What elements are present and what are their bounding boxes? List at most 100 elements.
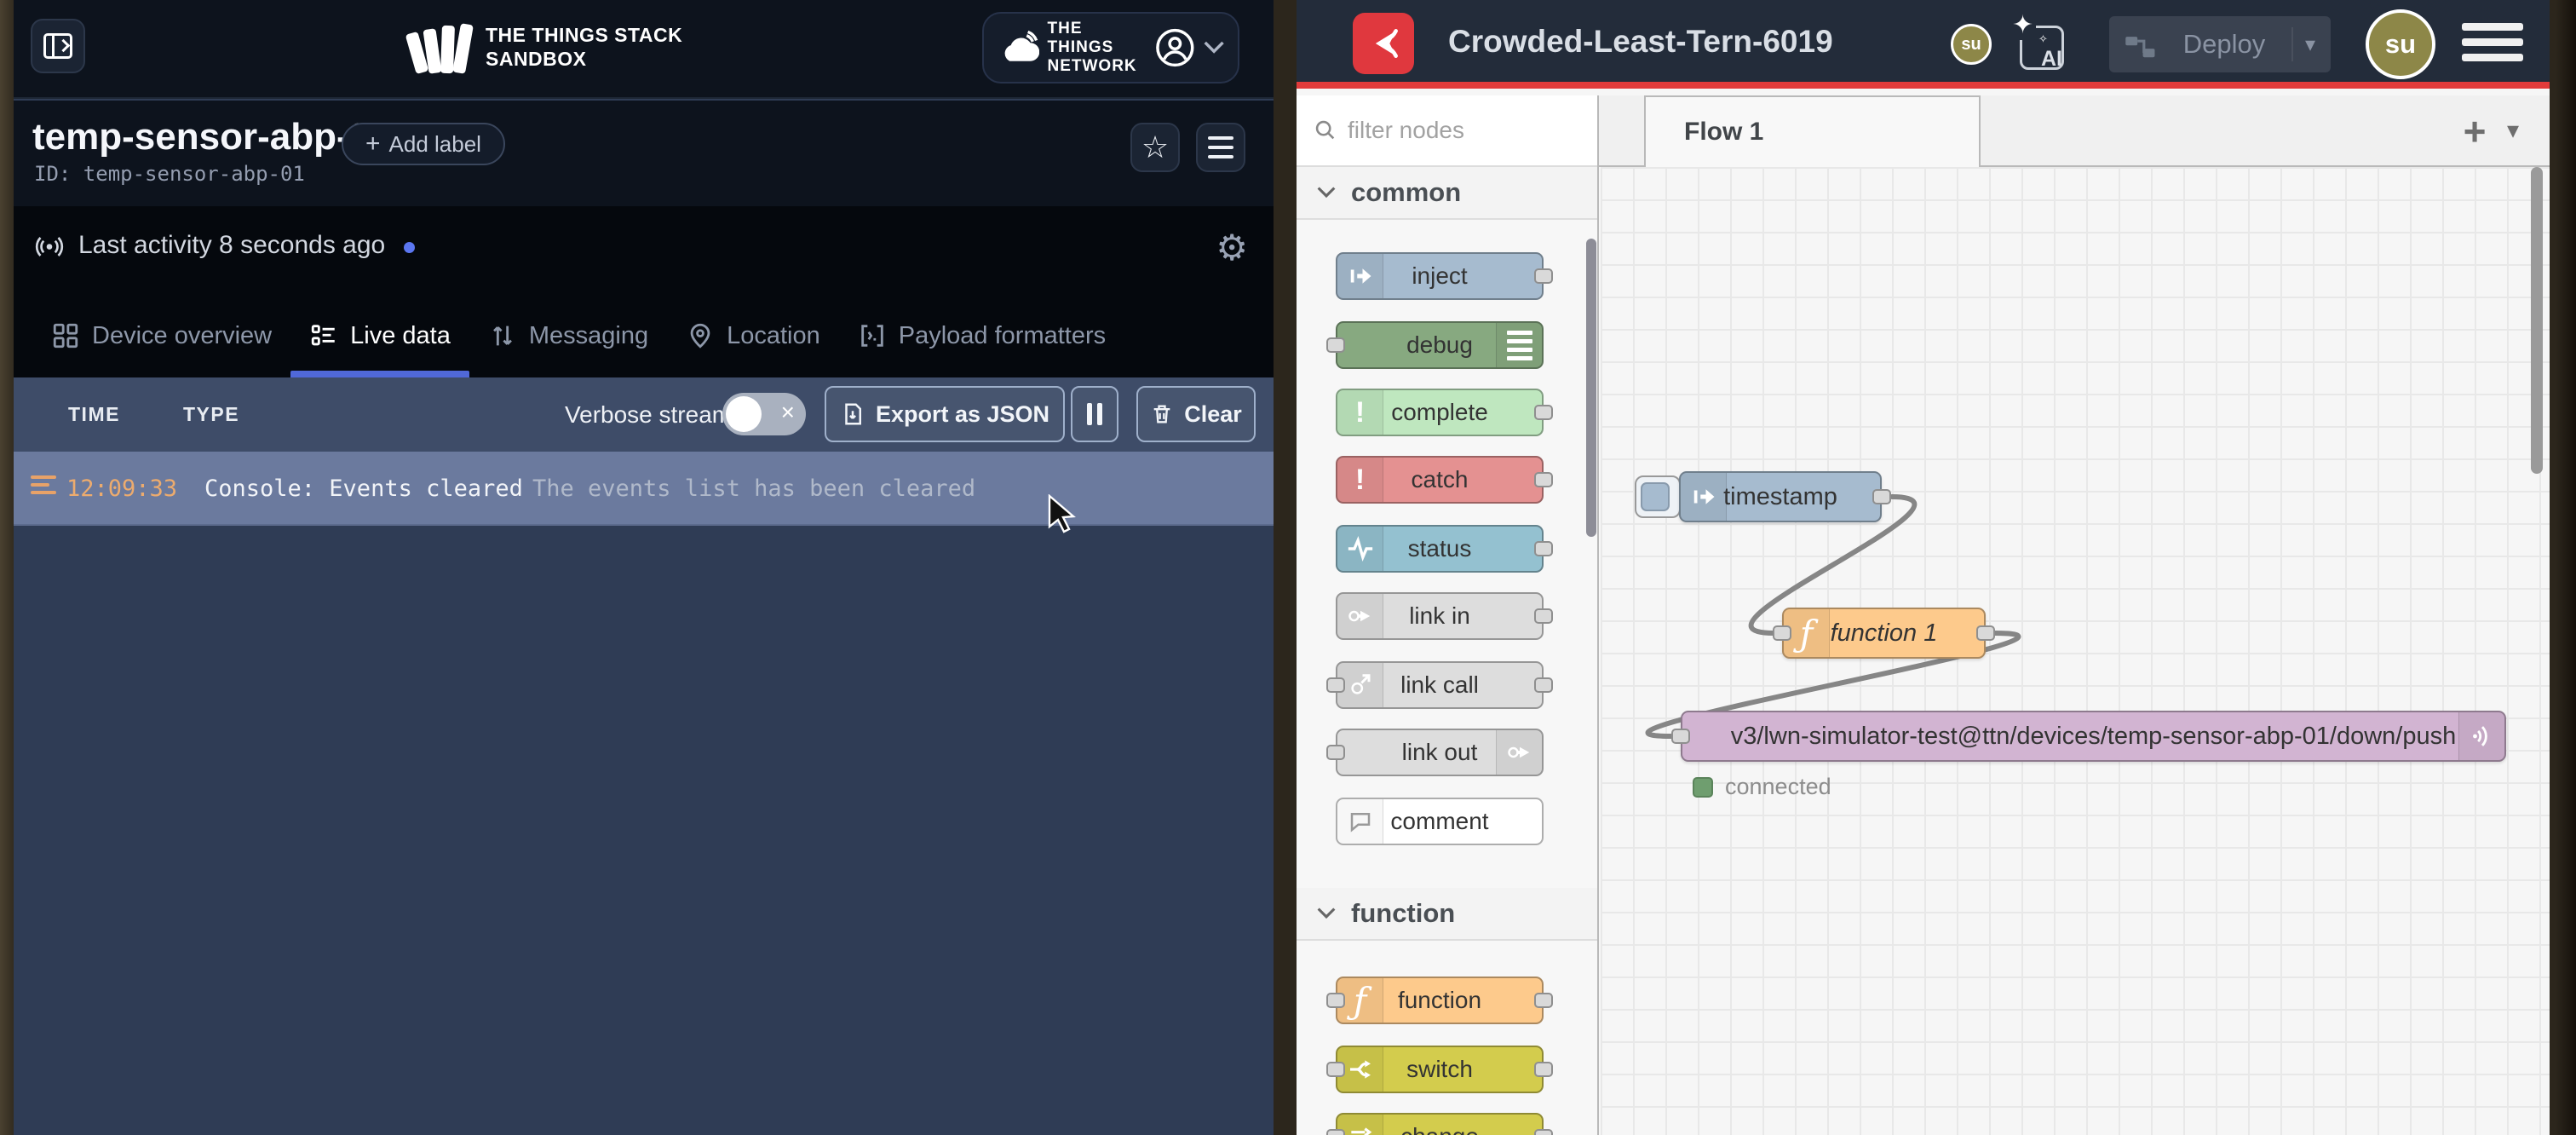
node-output-port[interactable] [1534, 268, 1553, 284]
node-input-port[interactable] [1326, 1129, 1345, 1135]
main-menu-button[interactable] [2462, 23, 2523, 61]
add-label-button[interactable]: + Add label [342, 123, 505, 165]
pause-icon [1087, 403, 1102, 425]
hamburger-icon [1208, 136, 1233, 140]
node-input-port[interactable] [1326, 337, 1345, 353]
node-output-port[interactable] [1534, 541, 1553, 556]
category-label: common [1351, 177, 1461, 208]
palette-node-label: catch [1337, 458, 1542, 502]
node-input-port[interactable] [1326, 745, 1345, 760]
add-flow-button[interactable]: + [2451, 107, 2498, 155]
flow-node-function-1[interactable]: ƒ function 1 [1782, 608, 1986, 659]
node-output-port[interactable] [1534, 1129, 1553, 1135]
category-function[interactable]: function [1297, 888, 1597, 941]
inject-trigger-button[interactable] [1635, 475, 1681, 518]
palette-node-label: complete [1337, 390, 1542, 435]
cloud-icon [998, 31, 1039, 65]
tab-live-data[interactable]: Live data [290, 294, 469, 377]
palette-node-inject[interactable]: inject [1336, 252, 1544, 300]
tab-label: Device overview [92, 322, 272, 350]
live-indicator-dot [404, 242, 415, 253]
node-input-port[interactable] [1326, 993, 1345, 1008]
ttn-logo-line1: THE THINGS STACK [486, 24, 682, 46]
ttn-top-bar: THE THINGS STACK SANDBOX THE THINGS NETW… [14, 0, 1274, 99]
user-badge-small[interactable]: su [1951, 24, 1992, 65]
network-name-line1: THE THINGS [1048, 20, 1114, 56]
column-header-time: TIME [68, 403, 120, 426]
node-output-port[interactable] [1976, 625, 1995, 641]
flow-node-label: v3/lwn-simulator-test@ttn/devices/temp-s… [1682, 712, 2504, 760]
node-output-port[interactable] [1534, 608, 1553, 624]
pause-stream-button[interactable] [1071, 386, 1118, 442]
deploy-caret-icon[interactable]: ▾ [2291, 27, 2315, 61]
palette-filter[interactable] [1297, 95, 1597, 167]
flow-node-timestamp[interactable]: timestamp [1679, 471, 1882, 522]
verbose-stream-toggle[interactable]: × [722, 393, 806, 435]
node-output-port[interactable] [1534, 1062, 1553, 1077]
export-json-button[interactable]: Export as JSON [825, 386, 1065, 442]
canvas-scrollbar[interactable] [2531, 167, 2543, 474]
node-output-port[interactable] [1534, 405, 1553, 420]
palette-node-function[interactable]: ƒ function [1336, 977, 1544, 1024]
node-input-port[interactable] [1773, 625, 1791, 641]
node-input-port[interactable] [1326, 1062, 1345, 1077]
event-row[interactable]: 12:09:33 Console: Events cleared The eve… [14, 452, 1274, 526]
palette-node-label: link out [1337, 730, 1542, 775]
palette-scrollbar[interactable] [1586, 239, 1596, 537]
tab-flow-1[interactable]: Flow 1 [1644, 95, 1981, 167]
bookmark-button[interactable]: ☆ [1130, 123, 1180, 172]
palette-node-label: inject [1337, 254, 1542, 298]
tab-label: Live data [350, 322, 451, 350]
node-input-port[interactable] [1326, 677, 1345, 693]
avatar [1155, 26, 1195, 69]
last-activity-text: Last activity 8 seconds ago [78, 231, 385, 260]
node-input-port[interactable] [1671, 729, 1690, 744]
network-switcher-button[interactable]: THE THINGS NETWORK [982, 12, 1239, 84]
sidebar-toggle-button[interactable] [31, 19, 85, 73]
tab-messaging[interactable]: Messaging [469, 294, 667, 377]
device-title-section: temp-sensor-abp-01 ID: temp-sensor-abp-0… [14, 101, 1274, 206]
tab-payload-formatters[interactable]: Payload formatters [839, 294, 1124, 377]
node-output-port[interactable] [1534, 677, 1553, 693]
plus-icon: + [365, 130, 381, 158]
category-common[interactable]: common [1297, 167, 1597, 220]
palette-node-change[interactable]: change [1336, 1113, 1544, 1135]
palette-node-comment[interactable]: comment [1336, 798, 1544, 845]
activity-icon [34, 230, 65, 261]
chevron-down-icon [1317, 907, 1336, 919]
tab-location[interactable]: Location [667, 294, 839, 377]
export-file-icon [840, 401, 865, 427]
palette-node-complete[interactable]: ! complete [1336, 389, 1544, 436]
node-output-port[interactable] [1872, 489, 1891, 504]
node-output-port[interactable] [1534, 993, 1553, 1008]
flow-wires [1601, 167, 2550, 1135]
nodered-header: Crowded-Least-Tern-6019 su ✦ ✧ AI Deploy… [1297, 0, 2550, 89]
palette-node-status[interactable]: status [1336, 525, 1544, 573]
toggle-off-icon: × [781, 399, 795, 426]
palette-node-debug[interactable]: debug [1336, 321, 1544, 369]
clear-events-button[interactable]: Clear [1136, 386, 1256, 442]
palette-node-switch[interactable]: switch [1336, 1046, 1544, 1093]
flow-canvas[interactable]: timestamp ƒ function 1 v3/lwn-simulator-… [1601, 167, 2550, 1135]
ttn-books-icon [411, 20, 472, 73]
device-settings-gear-icon[interactable]: ⚙ [1216, 227, 1248, 268]
flow-node-mqtt-out[interactable]: v3/lwn-simulator-test@ttn/devices/temp-s… [1681, 711, 2506, 762]
tab-label: Location [727, 322, 820, 350]
tab-device-overview[interactable]: Device overview [32, 294, 290, 377]
palette-node-label: link in [1337, 594, 1542, 638]
deploy-button[interactable]: Deploy ▾ [2109, 16, 2331, 72]
list-icon [309, 321, 338, 350]
filter-nodes-input[interactable] [1348, 117, 1552, 144]
clear-label: Clear [1184, 401, 1242, 428]
flow-list-dropdown[interactable]: ▾ [2507, 116, 2519, 144]
palette-node-catch[interactable]: ! catch [1336, 456, 1544, 504]
device-menu-button[interactable] [1196, 123, 1245, 172]
palette-node-link-out[interactable]: link out [1336, 729, 1544, 776]
palette-node-link-call[interactable]: link call [1336, 661, 1544, 709]
user-avatar[interactable]: su [2366, 9, 2435, 79]
palette-node-link-in[interactable]: link in [1336, 592, 1544, 640]
ai-assistant-button[interactable]: ✦ ✧ AI [2016, 19, 2067, 73]
sparkle-icon: ✦ [2010, 10, 2036, 40]
node-output-port[interactable] [1534, 472, 1553, 487]
event-time: 12:09:33 [66, 475, 177, 502]
